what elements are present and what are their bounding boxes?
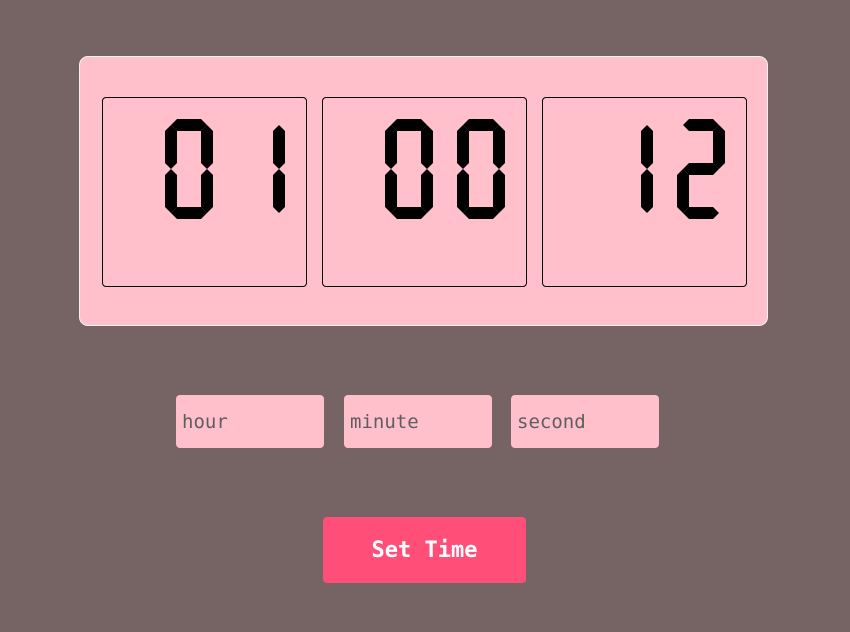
seconds-display-digit-1-segment-b bbox=[713, 125, 725, 169]
minutes-display-digit-0-segment-a bbox=[391, 119, 427, 131]
hours-display-digit-0-segment-d bbox=[171, 207, 207, 219]
seconds-display-digit-1-segment-e bbox=[677, 169, 689, 213]
minutes-display-digit-0-segment-d bbox=[391, 207, 427, 219]
minutes-display bbox=[322, 97, 527, 287]
hours-digits bbox=[165, 119, 285, 219]
minutes-display-digit-1-segment-c bbox=[493, 169, 505, 213]
seconds-display bbox=[542, 97, 747, 287]
hours-display-digit-0-segment-f bbox=[165, 125, 177, 169]
hour-input[interactable] bbox=[176, 395, 324, 448]
minutes-display-digit-1-segment-d bbox=[463, 207, 499, 219]
minutes-display-digit-1-segment-e bbox=[457, 169, 469, 213]
minutes-display-digit-0-segment-e bbox=[385, 169, 397, 213]
hours-display bbox=[102, 97, 307, 287]
minutes-digits bbox=[385, 119, 505, 219]
seconds-display-digit-0-segment-c bbox=[641, 169, 653, 213]
seconds-digits bbox=[641, 119, 725, 219]
clock-panel bbox=[79, 56, 768, 326]
minutes-display-digit-1-segment-a bbox=[463, 119, 499, 131]
minutes-display-digit-1-segment-b bbox=[493, 125, 505, 169]
seconds-display-digit-0-segment-b bbox=[641, 125, 653, 169]
hours-display-digit-1-segment-b bbox=[273, 125, 285, 169]
set-time-button[interactable]: Set Time bbox=[323, 517, 526, 583]
minutes-display-digit-0-segment-b bbox=[421, 125, 433, 169]
hours-display-digit-0-segment-c bbox=[201, 169, 213, 213]
hours-display-digit-0-segment-b bbox=[201, 125, 213, 169]
hours-display-digit-1-segment-c bbox=[273, 169, 285, 213]
minute-input[interactable] bbox=[344, 395, 492, 448]
seconds-display-digit-1-segment-a bbox=[683, 119, 719, 131]
minutes-display-digit-1-segment-f bbox=[457, 125, 469, 169]
seconds-display-digit-1-segment-d bbox=[683, 207, 719, 219]
hours-display-digit-0-segment-e bbox=[165, 169, 177, 213]
seconds-display-digit-1-segment-g bbox=[683, 163, 719, 175]
hours-display-digit-0-segment-a bbox=[171, 119, 207, 131]
second-input[interactable] bbox=[511, 395, 659, 448]
minutes-display-digit-0-segment-c bbox=[421, 169, 433, 213]
minutes-display-digit-0-segment-f bbox=[385, 125, 397, 169]
